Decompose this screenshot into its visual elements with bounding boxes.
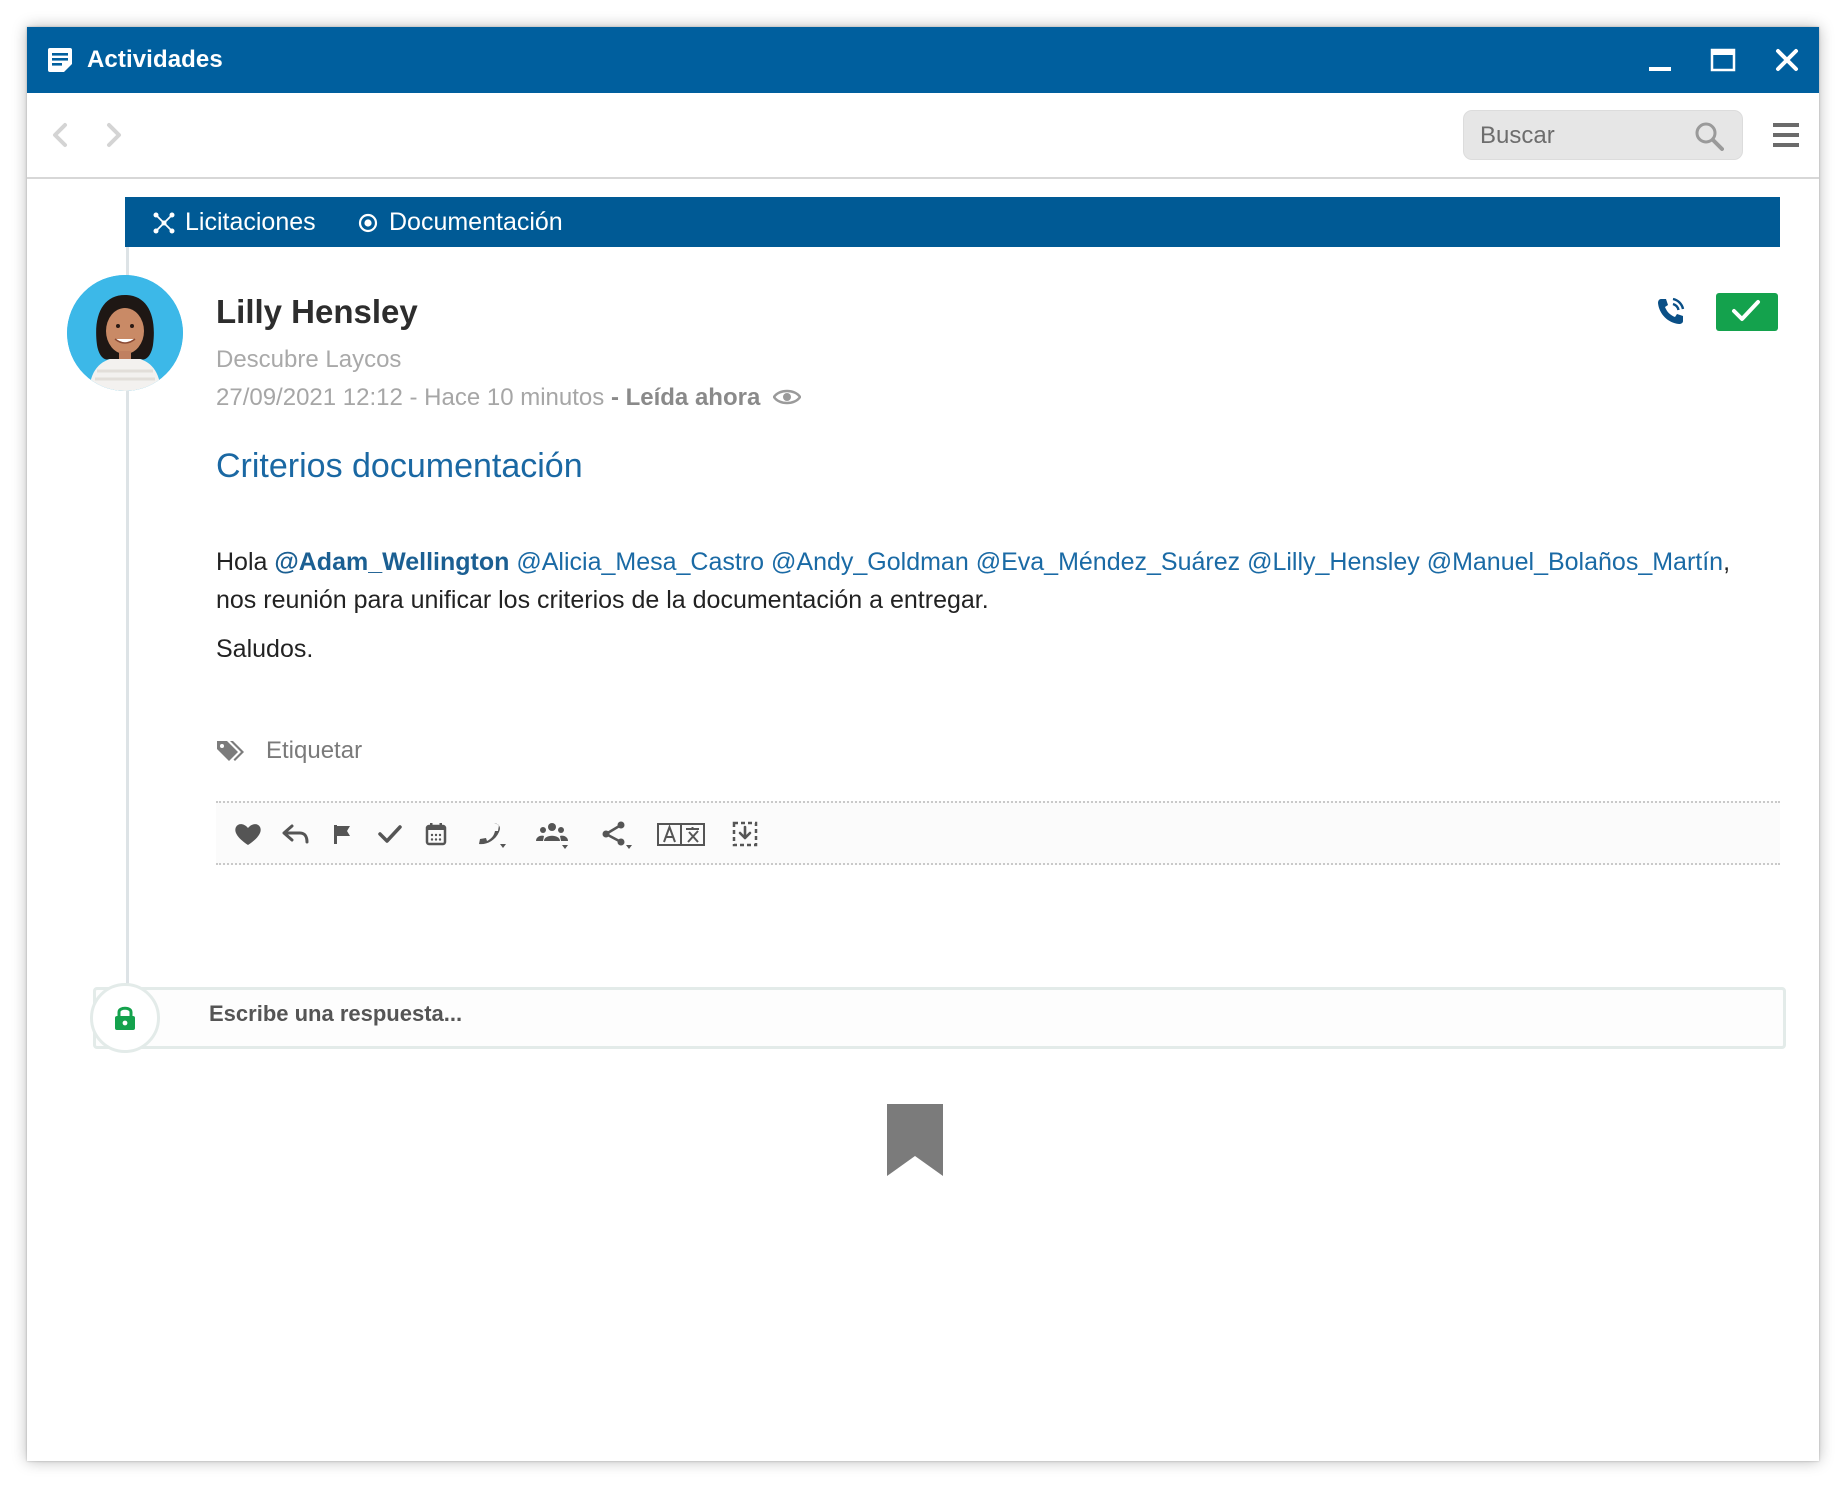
phone-incoming-icon[interactable] [1655,295,1687,327]
read-status: - Leída ahora [610,384,761,411]
breadcrumb-label: Documentación [389,208,563,236]
flag-icon[interactable] [322,817,362,851]
minimize-icon[interactable] [1646,46,1674,74]
check-icon [1732,300,1760,321]
breadcrumb: Licitaciones Documentación [125,197,1780,247]
mention-link[interactable]: @Adam_Wellington [274,548,509,576]
body-closing: Saludos. [216,635,314,663]
toolbar: Buscar [27,93,1819,179]
breadcrumb-label: Licitaciones [185,208,316,236]
document-icon [48,48,72,72]
tags-icon [217,741,244,761]
reply-placeholder[interactable]: Escribe una respuesta... [209,1001,462,1027]
person-photo-icon [67,275,183,391]
activity-meta: 27/09/2021 12:12 - Hace 10 minutos - Leí… [216,384,801,412]
reply-icon[interactable] [276,817,316,851]
author-name[interactable]: Lilly Hensley [216,293,418,331]
activity-body: Hola @Adam_Wellington @Alicia_Mesa_Castr… [216,543,1776,668]
close-icon[interactable] [1773,46,1801,74]
lock-button[interactable] [90,983,160,1053]
mention-link[interactable]: @Andy_Goldman [771,548,969,576]
activity-subject[interactable]: Criterios documentación [216,447,583,486]
calendar-icon[interactable] [416,817,456,851]
mention-link[interactable]: @Eva_Méndez_Suárez [976,548,1240,576]
search-icon[interactable] [1694,121,1724,151]
complete-toggle-button[interactable] [1716,293,1778,331]
translate-icon[interactable] [656,817,706,851]
eye-icon [772,389,801,404]
hamburger-menu-icon[interactable] [1771,120,1801,150]
avatar[interactable] [67,275,183,391]
breadcrumb-item-documentacion[interactable]: Documentación [357,197,563,247]
maximize-icon[interactable] [1709,46,1737,74]
timestamp: 27/09/2021 12:12 - Hace 10 minutos [216,384,605,411]
share-dropdown-icon[interactable] [596,817,636,851]
tag-label: Etiquetar [266,737,363,764]
search-input[interactable]: Buscar [1463,110,1743,160]
search-placeholder: Buscar [1480,122,1555,149]
window-title: Actividades [87,46,223,73]
network-icon [153,212,175,234]
mention-link[interactable]: @Alicia_Mesa_Castro [516,548,764,576]
target-icon [358,213,378,233]
check-icon[interactable] [370,817,410,851]
title-bar: Actividades [27,27,1819,93]
mention-link[interactable]: @Lilly_Hensley [1247,548,1420,576]
bookmark-icon [887,1104,943,1176]
greeting: Hola [216,548,268,576]
author-company: Descubre Laycos [216,346,402,373]
breadcrumb-item-licitaciones[interactable]: Licitaciones [153,197,316,247]
lock-icon [115,1006,135,1030]
forward-arrow-icon[interactable] [99,119,127,151]
group-dropdown-icon[interactable] [532,817,572,851]
mention-link[interactable]: @Manuel_Bolaños_Martín [1427,548,1723,576]
action-bar [216,801,1780,865]
body-paragraph: Hola @Adam_Wellington @Alicia_Mesa_Castr… [216,543,1776,619]
back-arrow-icon[interactable] [47,119,75,151]
heart-icon[interactable] [228,817,268,851]
download-box-icon[interactable] [724,817,764,851]
activities-window: Actividades Buscar Licitaciones Document… [27,27,1819,1461]
phone-dropdown-icon[interactable] [470,817,510,851]
